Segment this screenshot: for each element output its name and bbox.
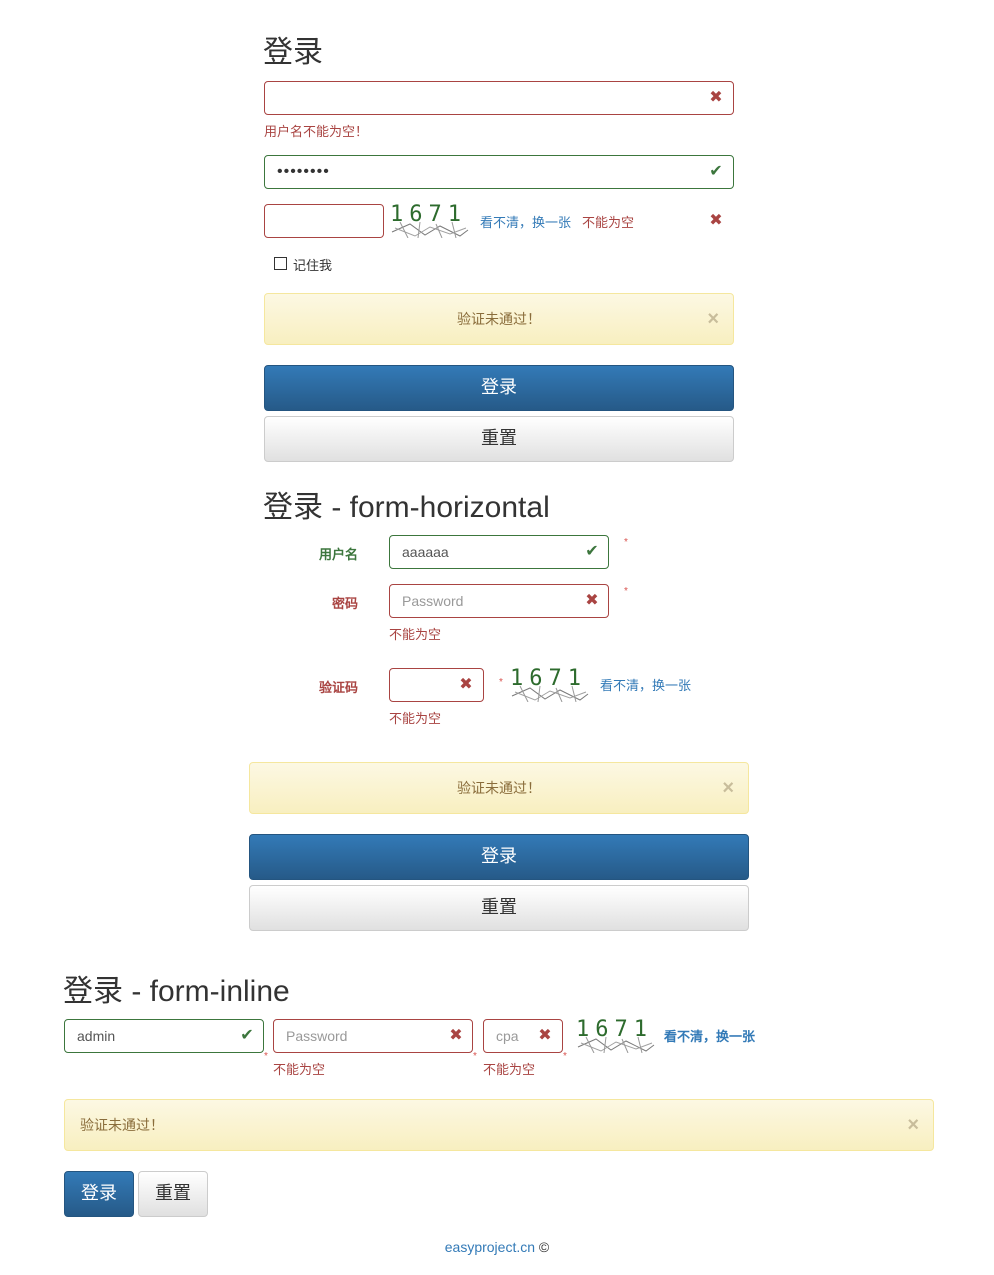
alert-text: 验证未通过！ <box>80 1117 164 1133</box>
footer: easyproject.cn © <box>0 1239 994 1255</box>
required-mark: * <box>624 586 628 597</box>
error-x-icon: ✖ <box>709 89 723 106</box>
required-mark: * <box>499 677 503 688</box>
captcha-image[interactable]: 1671 <box>390 202 470 238</box>
password-label: 密码 <box>331 596 358 611</box>
login-button[interactable]: 登录 <box>264 365 734 411</box>
section2-title: 登录 - form-horizontal <box>263 491 550 524</box>
error-x-icon: ✖ <box>585 592 599 609</box>
error-x-icon: ✖ <box>709 212 723 229</box>
captcha-input[interactable] <box>264 204 384 238</box>
alert-close-icon[interactable]: × <box>722 763 734 813</box>
captcha-refresh-link[interactable]: 看不清，换一张 <box>600 675 691 694</box>
captcha-digits: 1671 <box>510 666 587 691</box>
password-input[interactable]: Password <box>273 1019 473 1053</box>
captcha-image[interactable]: 1671 <box>576 1017 656 1053</box>
login-button[interactable]: 登录 <box>249 834 749 880</box>
check-icon: ✔ <box>240 1027 254 1044</box>
captcha-digits: 1671 <box>390 202 467 227</box>
reset-button[interactable]: 重置 <box>249 885 749 931</box>
password-placeholder: Password <box>286 1028 348 1044</box>
username-input[interactable]: admin <box>64 1019 264 1053</box>
captcha-label: 验证码 <box>318 680 358 695</box>
alert-close-icon[interactable]: × <box>907 1100 919 1150</box>
reset-button[interactable]: 重置 <box>138 1171 208 1217</box>
warning-alert: 验证未通过！ × <box>264 293 734 345</box>
username-label: 用户名 <box>318 547 358 562</box>
check-icon: ✔ <box>585 543 599 560</box>
captcha-refresh-link[interactable]: 看不清，换一张 <box>664 1026 755 1045</box>
captcha-error-text: 不能为空 <box>389 711 442 726</box>
captcha-refresh-link[interactable]: 看不清，换一张 <box>480 212 571 231</box>
required-mark: * <box>563 1051 567 1062</box>
alert-close-icon[interactable]: × <box>707 294 719 344</box>
error-x-icon: ✖ <box>459 676 473 693</box>
username-error-text: 用户名不能为空！ <box>264 124 369 139</box>
captcha-digits: 1671 <box>576 1017 653 1042</box>
warning-alert: 验证未通过！ × <box>249 762 749 814</box>
section1-title: 登录 <box>263 36 323 69</box>
login-button[interactable]: 登录 <box>64 1171 134 1217</box>
section3-title: 登录 - form-inline <box>63 975 290 1008</box>
warning-alert: 验证未通过！ × <box>64 1099 934 1151</box>
alert-text: 验证未通过！ <box>457 311 541 327</box>
password-error-text: 不能为空 <box>273 1062 326 1077</box>
check-icon: ✔ <box>709 163 723 180</box>
username-input[interactable]: aaaaaa <box>389 535 609 569</box>
required-mark: * <box>264 1051 268 1062</box>
remember-checkbox[interactable] <box>274 257 287 270</box>
remember-label: 记住我 <box>293 258 333 273</box>
footer-link[interactable]: easyproject.cn <box>445 1239 535 1255</box>
password-input[interactable]: Password <box>389 584 609 618</box>
password-error-text: 不能为空 <box>389 627 442 642</box>
password-input[interactable]: •••••••• <box>264 155 734 189</box>
alert-text: 验证未通过！ <box>457 780 541 796</box>
username-input[interactable] <box>264 81 734 115</box>
copyright-symbol: © <box>538 1239 550 1255</box>
required-mark: * <box>624 537 628 548</box>
captcha-placeholder: cpa <box>496 1028 519 1044</box>
password-placeholder: Password <box>402 593 464 609</box>
error-x-icon: ✖ <box>538 1027 552 1044</box>
captcha-error-text: 不能为空 <box>582 215 635 230</box>
captcha-image[interactable]: 1671 <box>510 666 590 702</box>
error-x-icon: ✖ <box>449 1027 463 1044</box>
reset-button[interactable]: 重置 <box>264 416 734 462</box>
captcha-error-text: 不能为空 <box>483 1062 536 1077</box>
required-mark: * <box>473 1051 477 1062</box>
